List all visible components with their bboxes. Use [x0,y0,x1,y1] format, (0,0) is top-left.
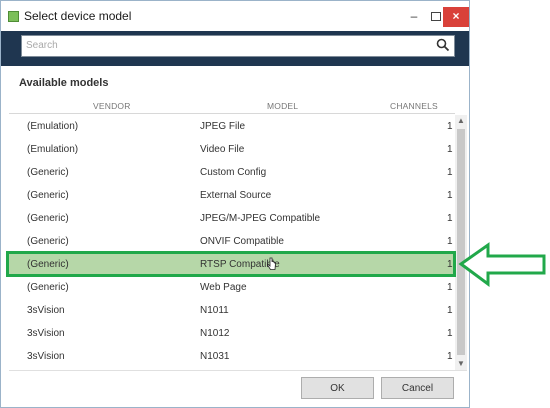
vendor-cell: (Generic) [27,190,69,201]
device-app-icon [8,11,19,22]
vendor-cell: 3sVision [27,351,65,362]
model-cell: N1012 [200,328,230,339]
channels-cell: 1 [447,305,453,316]
model-row[interactable]: 3sVision N1011 1 [9,299,455,322]
close-button[interactable]: × [443,7,469,27]
scroll-down-arrow-icon[interactable]: ▼ [455,358,467,370]
vendor-cell: (Generic) [27,213,69,224]
model-cell: JPEG File [200,121,246,132]
model-list: (Emulation) JPEG File 1 (Emulation) Video Fi… [9,115,455,370]
footer-divider [9,370,467,371]
model-row[interactable]: (Generic) Custom Config 1 [9,161,455,184]
model-cell: Video File [200,144,245,155]
channels-cell: 1 [447,213,453,224]
vendor-cell: (Generic) [27,282,69,293]
mouse-cursor-icon [267,257,276,270]
search-header: Search [1,31,469,66]
vendor-cell: (Emulation) [27,144,79,155]
channels-cell: 1 [447,351,453,362]
model-cell: External Source [200,190,272,201]
model-cell: N1031 [200,351,230,362]
model-cell: Web Page [200,282,247,293]
model-row[interactable]: (Generic) JPEG/M-JPEG Compatible 1 [9,207,455,230]
vendor-cell: (Generic) [27,236,69,247]
model-cell: JPEG/M-JPEG Compatible [200,213,321,224]
channels-cell: 1 [447,190,453,201]
model-row[interactable]: 3sVision N1031 1 [9,345,455,368]
vendor-cell: (Generic) [27,167,69,178]
annotation-arrow-icon [458,242,546,287]
window-title: Select device model [24,9,132,23]
scroll-up-arrow-icon[interactable]: ▲ [455,115,467,127]
channels-cell: 1 [447,144,453,155]
search-icon[interactable] [436,38,450,52]
vendor-cell: (Emulation) [27,121,79,132]
model-row[interactable]: 3sVision N1012 1 [9,322,455,345]
maximize-icon [431,12,441,21]
vendor-cell: 3sVision [27,305,65,316]
search-placeholder: Search [26,40,58,51]
channels-cell: 1 [447,282,453,293]
column-header-vendor[interactable]: VENDOR [93,101,131,113]
highlight-box [6,251,456,277]
channels-cell: 1 [447,236,453,247]
section-title: Available models [19,77,109,89]
cancel-button[interactable]: Cancel [381,377,454,399]
column-header-channels[interactable]: CHANNELS [390,101,438,113]
model-row[interactable]: (Generic) ONVIF Compatible 1 [9,230,455,253]
header-divider [9,113,455,114]
model-row[interactable]: (Generic) Web Page 1 [9,276,455,299]
model-row[interactable]: (Emulation) Video File 1 [9,138,455,161]
model-cell: N1011 [200,305,229,316]
search-input[interactable]: Search [21,35,455,57]
channels-cell: 1 [447,328,453,339]
ok-button[interactable]: OK [301,377,374,399]
channels-cell: 1 [447,121,453,132]
channels-cell: 1 [447,167,453,178]
model-row[interactable]: (Generic) External Source 1 [9,184,455,207]
column-header-model[interactable]: MODEL [267,101,298,113]
model-cell: Custom Config [200,167,267,178]
model-row[interactable]: (Emulation) JPEG File 1 [9,115,455,138]
select-device-model-dialog: Select device model – × Search Available… [0,0,470,408]
model-cell: ONVIF Compatible [200,236,284,247]
title-bar: Select device model – × [1,1,469,31]
vendor-cell: 3sVision [27,328,65,339]
